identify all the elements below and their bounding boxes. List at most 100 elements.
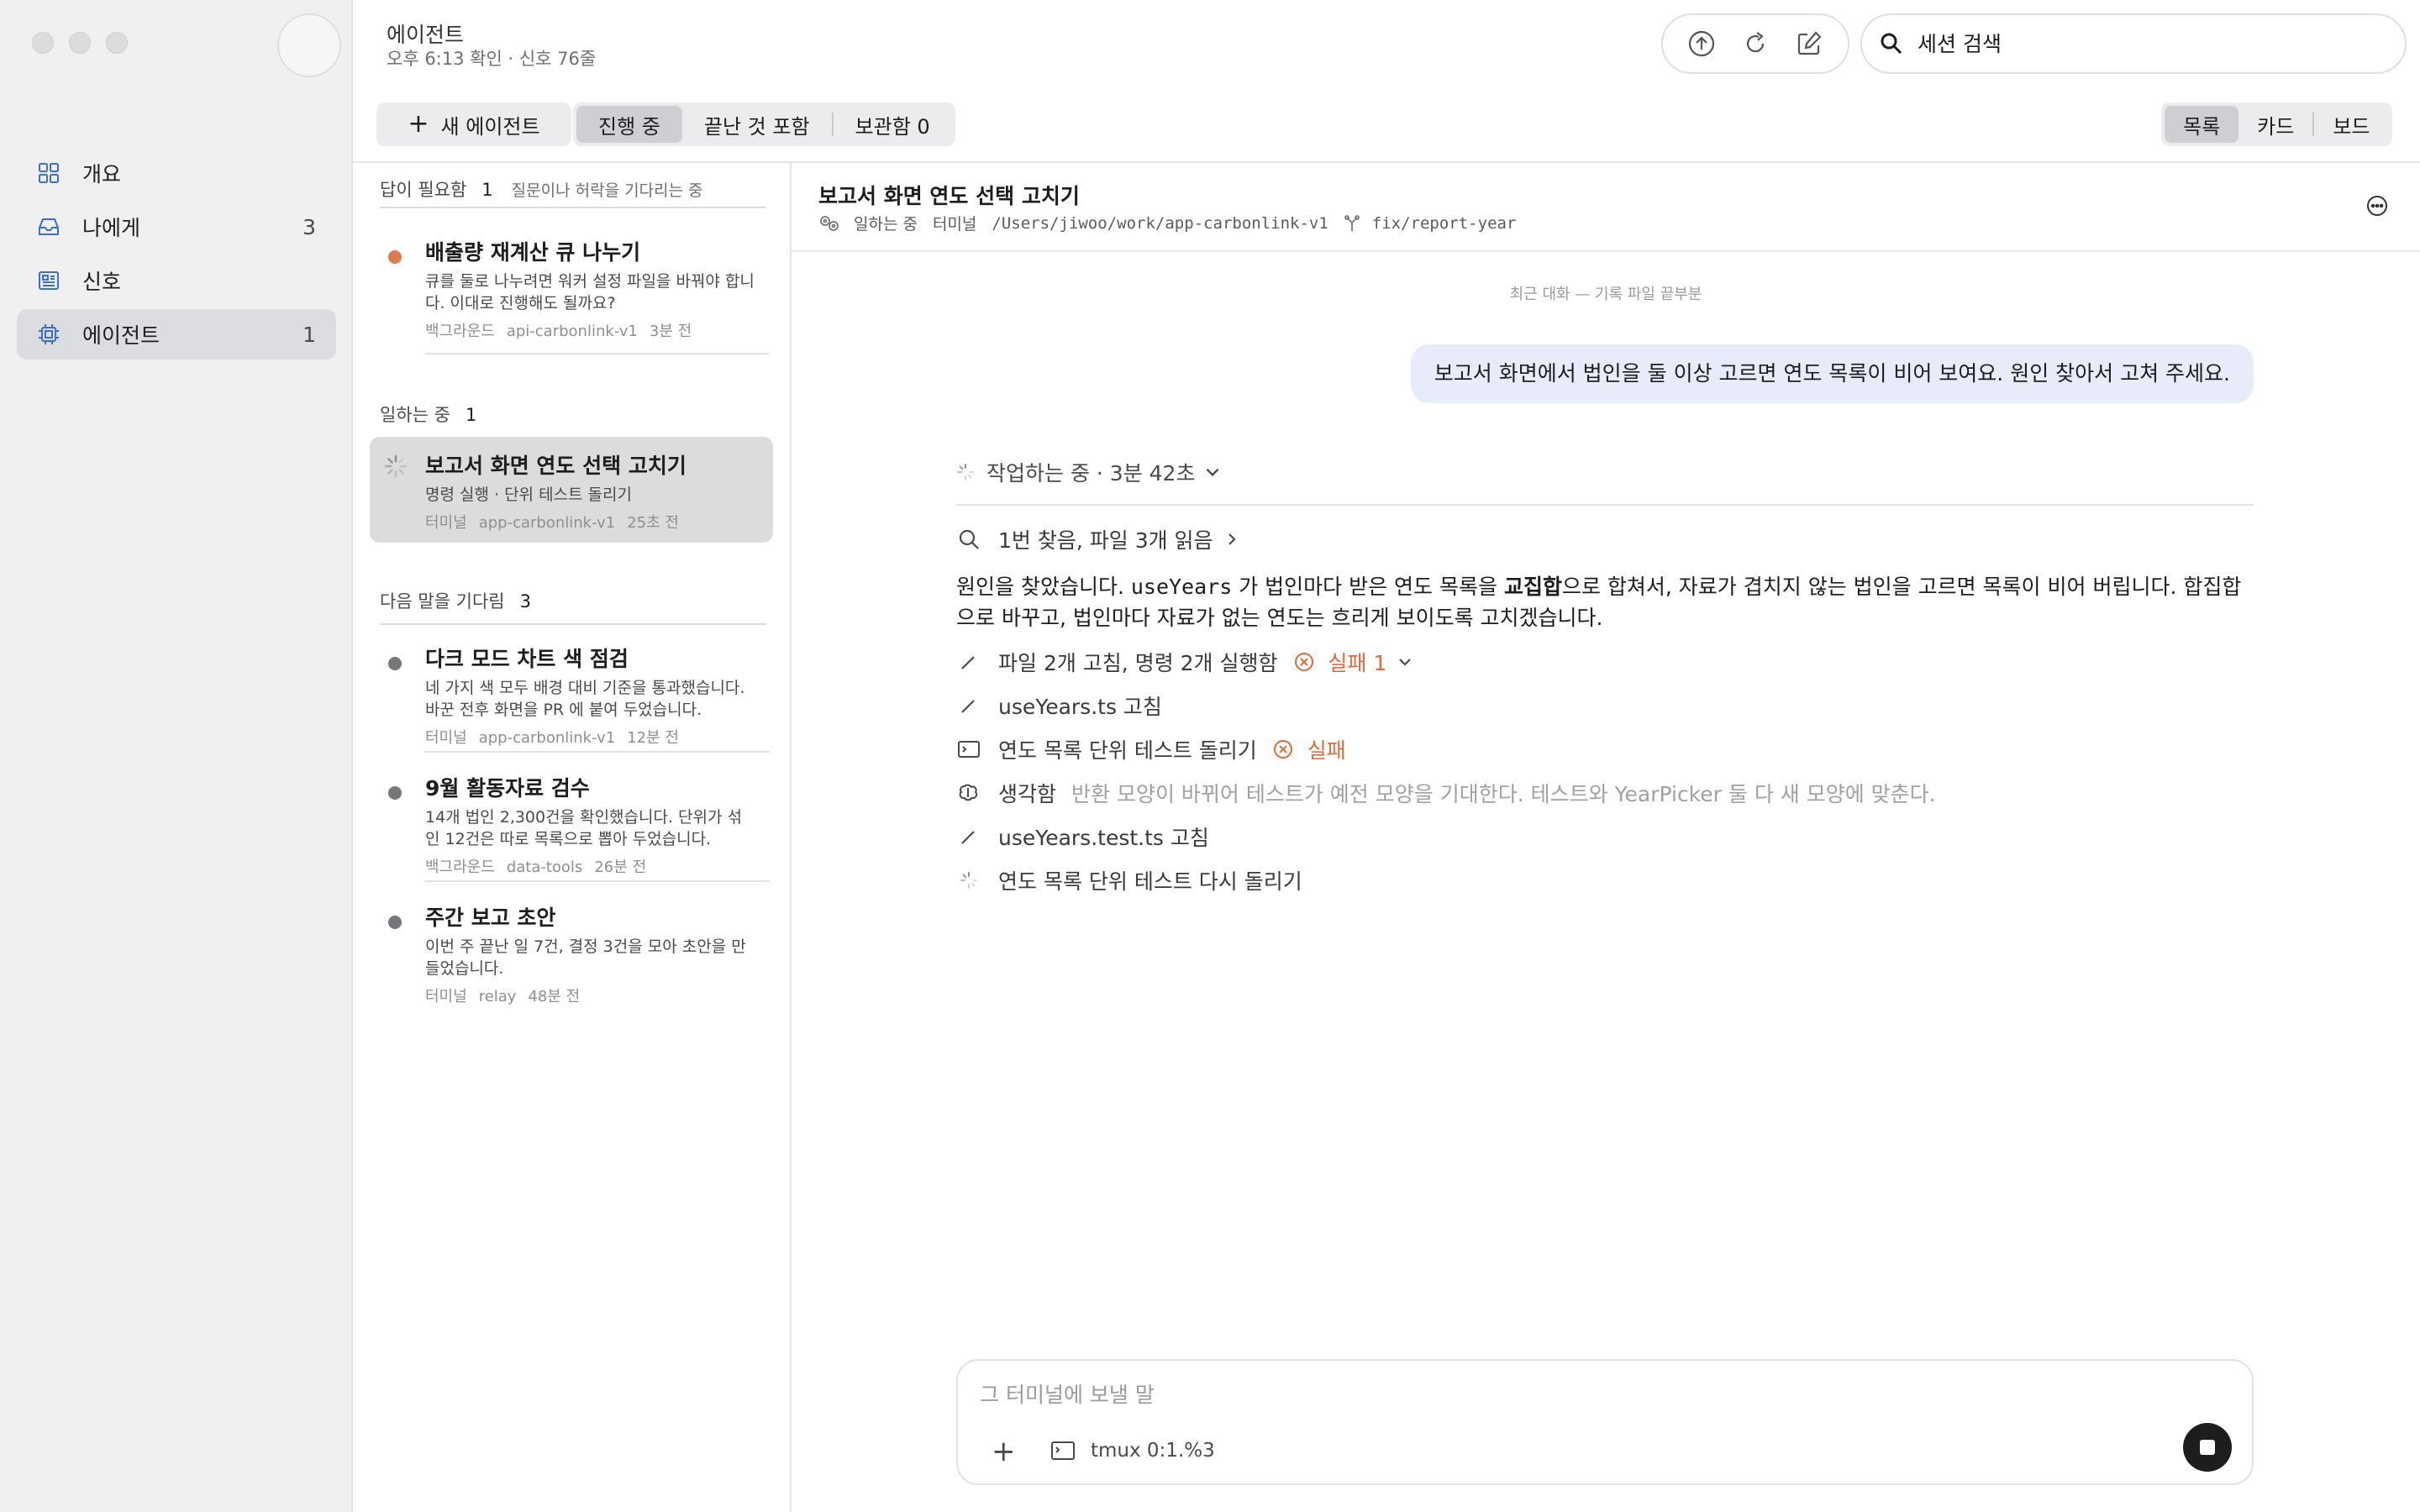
close-window-button[interactable] [32,32,54,54]
explanation-text: 원인을 찾았습니다. [956,575,1131,599]
new-agent-button[interactable]: + 새 에이전트 [376,102,571,146]
view-board[interactable]: 보드 [2314,106,2388,143]
status-dot [388,786,402,800]
error-circle-icon [1294,653,1313,671]
grid-icon [37,161,60,185]
step-summary: 파일 2개 고침, 명령 2개 실행함 [998,651,1278,675]
search-summary: 1번 찾음, 파일 3개 읽음 [998,528,1213,553]
terminal-target-label: tmux 0:1.%3 [1091,1440,1215,1462]
upload-icon [1688,30,1715,57]
agent-card[interactable]: 9월 활동자료 검수 14개 법인 2,300건을 확인했습니다. 단위가 섞인… [370,759,773,889]
sidebar-item-to-me[interactable]: 나에게 3 [17,202,336,252]
agent-time: 26분 전 [594,858,647,876]
filter-in-progress[interactable]: 진행 중 [576,106,682,143]
conversation-panel: 보고서 화면 연도 선택 고치기 일하는 중 터미널 /Users/jiwoo/… [792,163,2420,1512]
agent-card[interactable]: 배출량 재계산 큐 나누기 큐를 둘로 나누려면 워커 설정 파일을 바꿔야 합… [370,223,773,353]
agent-title: 주간 보고 초안 [425,906,556,930]
fail-badge: 실패 [1272,734,1346,764]
agent-card[interactable]: 주간 보고 초안 이번 주 끝난 일 7건, 결정 3건을 모아 초안을 만들었… [370,889,773,1018]
agent-desc: 네 가지 색 모두 배경 대비 기준을 통과했습니다. 바꾼 전후 화면을 PR… [425,679,745,719]
search-icon [956,527,981,552]
section-title: 다음 말을 기다림 [380,591,505,612]
sidebar: 개요 나에게 3 신호 에이전트 1 [0,0,353,1512]
add-attachment-button[interactable]: + [992,1435,1016,1468]
divider [425,353,770,354]
agent-title: 다크 모드 차트 색 점검 [425,647,629,671]
agent-meta: 터미널 app-carbonlink-v1 25초 전 [425,511,756,533]
refresh-button[interactable] [1739,27,1772,60]
search-icon [1881,33,1902,55]
step-edit-row[interactable]: useYears.test.ts 고침 [956,816,2254,857]
view-card[interactable]: 카드 [2238,106,2312,143]
code-token: useYears [1130,575,1233,599]
compose-button[interactable] [1792,27,1826,60]
agent-repo: relay [478,988,517,1005]
newspaper-icon [37,269,60,292]
conversation-branch: fix/report-year [1371,213,1517,233]
conversation-header: 보고서 화면 연도 선택 고치기 일하는 중 터미널 /Users/jiwoo/… [792,163,2420,252]
agent-repo: app-carbonlink-v1 [478,729,616,747]
working-status[interactable]: 작업하는 중 · 3분 42초 [956,455,2254,489]
spinner-icon [384,454,408,478]
divider [425,751,770,753]
section-hint: 질문이나 허락을 기다리는 중 [511,181,703,200]
assistant-explanation: 원인을 찾았습니다. useYears 가 법인마다 받은 연도 목록을 교집합… [956,571,2254,633]
more-options-icon[interactable] [2365,193,2390,218]
conversation-path: /Users/jiwoo/work/app-carbonlink-v1 [992,213,1328,233]
brain-icon [956,780,981,806]
sidebar-item-agents[interactable]: 에이전트 1 [17,309,336,360]
upload-button[interactable] [1685,27,1718,60]
spinner-icon [957,464,974,480]
filter-archive[interactable]: 보관함 0 [834,106,952,143]
view-list[interactable]: 목록 [2165,106,2239,143]
agent-time: 25초 전 [627,514,679,532]
explanation-text: 가 법인마다 받은 연도 목록을 [1232,575,1504,599]
fail-badge: 실패 1 [1293,647,1414,677]
divider [425,880,770,882]
gears-icon [820,215,839,231]
step-thinking-row[interactable]: 생각함 반환 모양이 바뀌어 테스트가 예전 모양을 기대한다. 테스트와 Ye… [956,773,2254,813]
agent-kind: 터미널 [425,729,467,747]
agent-card[interactable]: 다크 모드 차트 색 점검 네 가지 색 모두 배경 대비 기준을 통과했습니다… [370,630,773,759]
thinking-label: 생각함 [998,782,1057,806]
step-text: 연도 목록 단위 테스트 돌리기 [998,738,1257,763]
terminal-target[interactable]: tmux 0:1.%3 [1050,1440,1215,1462]
sidebar-item-label: 개요 [82,162,122,186]
step-text: useYears.ts 고침 [998,695,1162,719]
agent-card-selected[interactable]: 보고서 화면 연도 선택 고치기 명령 실행 · 단위 테스트 돌리기 터미널 a… [370,437,773,543]
session-search[interactable] [1860,13,2407,74]
step-edit-row[interactable]: useYears.ts 고침 [956,685,2254,726]
section-waiting-header: 다음 말을 기다림 3 [380,588,531,613]
error-circle-icon [1273,740,1292,759]
page-subtitle: 오후 6:13 확인 · 신호 76줄 [387,49,597,69]
sidebar-item-overview[interactable]: 개요 [17,148,336,198]
step-summary-row[interactable]: 파일 2개 고침, 명령 2개 실행함 실패 1 [956,642,2254,682]
status-filter: 진행 중 끝난 것 포함 보관함 0 [573,102,955,146]
sidebar-item-signals[interactable]: 신호 [17,255,336,306]
agent-desc: 14개 법인 2,300건을 확인했습니다. 단위가 섞인 12건은 따로 목록… [425,808,743,848]
step-test-row[interactable]: 연도 목록 단위 테스트 돌리기 실패 [956,729,2254,769]
user-message: 보고서 화면에서 법인을 둘 이상 고르면 연도 목록이 비어 보여요. 원인 … [1410,344,2254,403]
filter-include-finished[interactable]: 끝난 것 포함 [682,106,832,143]
agent-kind: 터미널 [425,514,467,532]
sidebar-nav: 개요 나에게 3 신호 에이전트 1 [17,148,336,363]
pencil-icon [956,693,981,718]
status-dot [388,657,402,670]
spinner-icon [956,868,981,893]
agent-title: 9월 활동자료 검수 [425,776,590,801]
working-label: 작업하는 중 · 3분 42초 [986,461,1196,486]
terminal-icon [956,737,981,762]
conversation-kind: 터미널 [932,215,977,234]
agent-meta: 터미널 relay 48분 전 [425,984,756,1006]
minimize-window-button[interactable] [69,32,91,54]
search-summary-row[interactable]: 1번 찾음, 파일 3개 읽음 [956,519,2254,559]
page-title: 에이전트 [387,23,465,47]
zoom-window-button[interactable] [106,32,128,54]
sidebar-toggle-button[interactable] [277,13,341,77]
composer-input[interactable] [980,1383,2156,1407]
step-running-row[interactable]: 연도 목록 단위 테스트 다시 돌리기 [956,860,2254,900]
stop-button[interactable] [2183,1423,2232,1472]
pencil-icon [956,824,981,849]
agent-list: 답이 필요함 1 질문이나 허락을 기다리는 중 배출량 재계산 큐 나누기 큐… [353,163,792,1512]
search-input[interactable] [1918,31,2388,56]
